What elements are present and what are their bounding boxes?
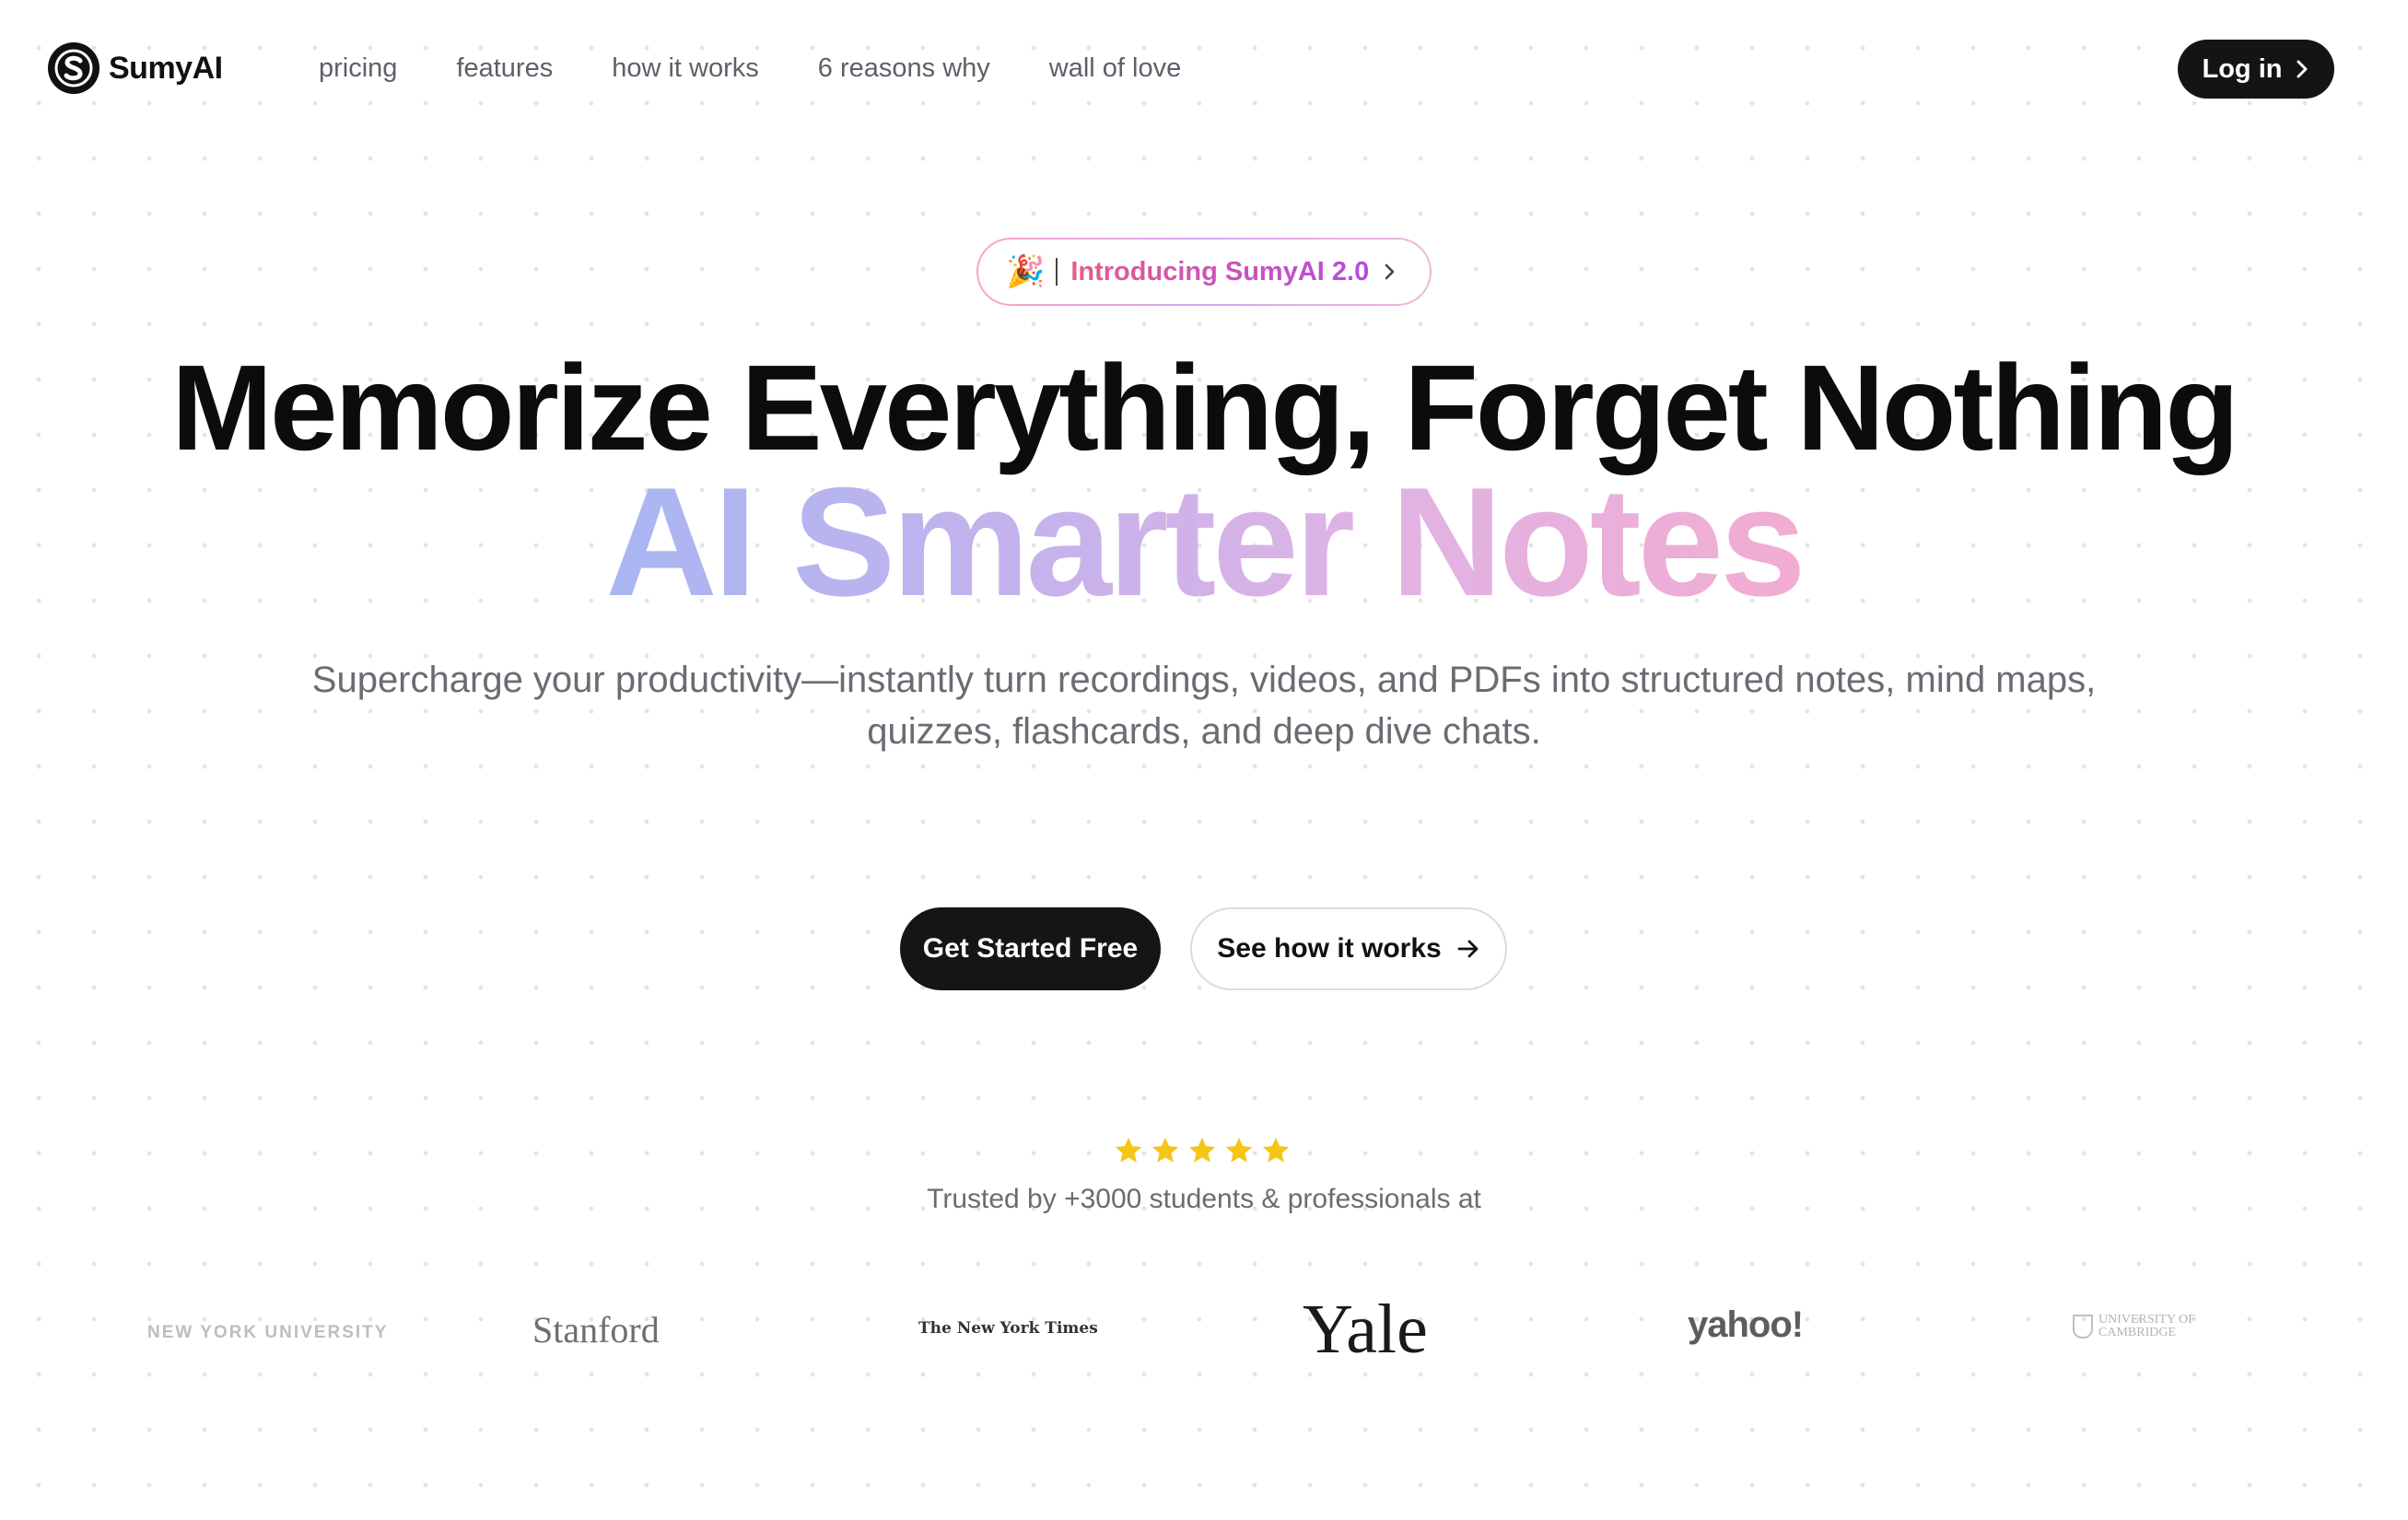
nav-link-pricing[interactable]: pricing	[319, 53, 397, 84]
star-icon	[1151, 1137, 1179, 1163]
brand-logo[interactable]: SumyAI	[48, 42, 223, 94]
cambridge-logo: UNIVERSITY OF CAMBRIDGE	[2073, 1314, 2209, 1339]
star-icon	[1188, 1137, 1216, 1163]
nav-links: pricing features how it works 6 reasons …	[319, 53, 1240, 84]
get-started-button[interactable]: Get Started Free	[900, 907, 1161, 990]
cambridge-shield-icon	[2073, 1315, 2093, 1339]
gradient-headline-text: AI Smarter Notes	[605, 455, 1806, 628]
star-icon	[1225, 1137, 1253, 1163]
sumyai-logo-icon	[48, 42, 99, 94]
star-icon	[1262, 1137, 1290, 1163]
nav-link-reasons[interactable]: 6 reasons why	[818, 53, 990, 84]
chevron-right-icon	[1384, 262, 1397, 282]
nytimes-logo: The New York Times	[918, 1319, 1098, 1338]
yale-logo: Yale	[1303, 1291, 1428, 1368]
nyu-logo: NEW YORK UNIVERSITY	[147, 1323, 389, 1342]
badge-text: Introducing SumyAI 2.0	[1070, 256, 1370, 286]
trusted-by-text: Trusted by +3000 students & professional…	[927, 1184, 1481, 1214]
star-icon	[1115, 1137, 1142, 1163]
see-how-it-works-button[interactable]: See how it works	[1190, 907, 1507, 990]
yahoo-logo: yahoo!	[1688, 1304, 1804, 1345]
rating-stars	[1113, 1135, 1297, 1166]
nav-link-wall-of-love[interactable]: wall of love	[1049, 53, 1181, 84]
get-started-label: Get Started Free	[922, 933, 1139, 964]
login-button[interactable]: Log in	[2178, 40, 2334, 99]
announcement-badge[interactable]: 🎉 Introducing SumyAI 2.0	[976, 238, 1432, 306]
arrow-right-icon	[1456, 939, 1480, 959]
hero-gradient-headline: AI Smarter Notes	[0, 459, 2408, 625]
top-navigation: SumyAI pricing features how it works 6 r…	[0, 0, 2408, 138]
chevron-right-icon	[2295, 59, 2309, 79]
login-label: Log in	[2202, 53, 2283, 84]
brand-name: SumyAI	[109, 50, 223, 86]
see-how-it-works-label: See how it works	[1217, 933, 1442, 964]
badge-divider	[1056, 258, 1058, 286]
nav-link-how-it-works[interactable]: how it works	[612, 53, 759, 84]
nav-link-features[interactable]: features	[456, 53, 553, 84]
stanford-logo: Stanford	[532, 1309, 660, 1350]
hero-subheadline: Supercharge your productivity—instantly …	[311, 660, 2097, 752]
party-popper-icon: 🎉	[1006, 254, 1046, 289]
customer-logos: NEW YORK UNIVERSITY Stanford The New Yor…	[0, 1290, 2408, 1382]
cambridge-logo-text: UNIVERSITY OF CAMBRIDGE	[2098, 1313, 2195, 1339]
